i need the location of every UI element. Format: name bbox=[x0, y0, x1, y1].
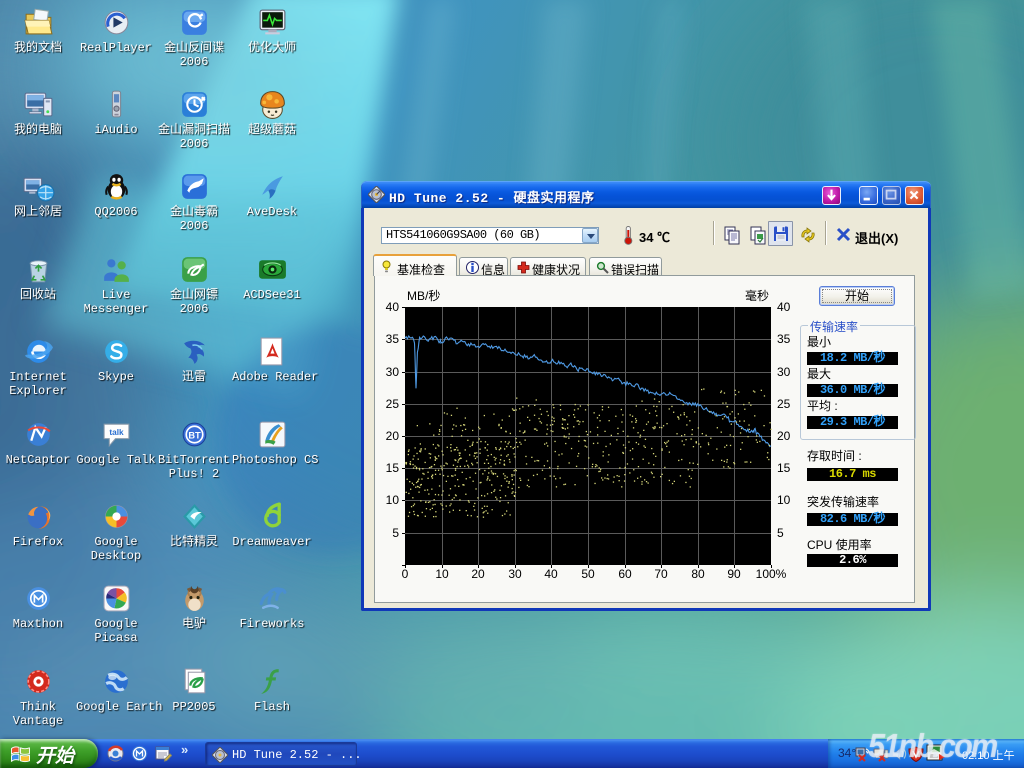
svg-text:80: 80 bbox=[691, 567, 705, 581]
svg-text:35: 35 bbox=[777, 332, 791, 346]
svg-text:5: 5 bbox=[392, 526, 399, 540]
svg-text:10: 10 bbox=[386, 493, 400, 507]
svg-text:30: 30 bbox=[508, 567, 522, 581]
svg-text:30: 30 bbox=[386, 365, 400, 379]
svg-text:25: 25 bbox=[386, 397, 400, 411]
svg-text:60: 60 bbox=[618, 567, 632, 581]
svg-text:talk: talk bbox=[109, 428, 124, 437]
svg-text:毫秒: 毫秒 bbox=[745, 288, 769, 303]
svg-text:30: 30 bbox=[777, 365, 791, 379]
svg-text:40: 40 bbox=[777, 300, 791, 314]
svg-text:0: 0 bbox=[402, 567, 409, 581]
svg-text:20: 20 bbox=[386, 429, 400, 443]
svg-text:20: 20 bbox=[471, 567, 485, 581]
svg-text:40: 40 bbox=[544, 567, 558, 581]
svg-text:25: 25 bbox=[777, 397, 791, 411]
svg-text:15: 15 bbox=[386, 461, 400, 475]
svg-text:35: 35 bbox=[386, 332, 400, 346]
svg-text:90: 90 bbox=[727, 567, 741, 581]
svg-text:10: 10 bbox=[435, 567, 449, 581]
svg-text:70: 70 bbox=[654, 567, 668, 581]
svg-text:50: 50 bbox=[581, 567, 595, 581]
svg-text:15: 15 bbox=[777, 461, 791, 475]
svg-text:100%: 100% bbox=[756, 567, 787, 581]
svg-text:5: 5 bbox=[777, 526, 784, 540]
svg-text:MB/秒: MB/秒 bbox=[407, 289, 440, 303]
svg-text:20: 20 bbox=[777, 429, 791, 443]
svg-text:10: 10 bbox=[777, 493, 791, 507]
svg-text:40: 40 bbox=[386, 300, 400, 314]
svg-text:BT: BT bbox=[188, 431, 201, 441]
